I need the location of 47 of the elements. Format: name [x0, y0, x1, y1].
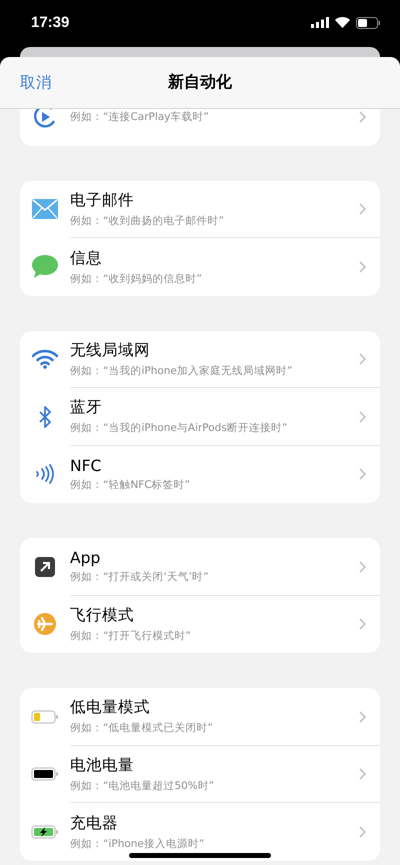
clock-time: 17:39: [31, 14, 70, 31]
battery-full-icon: [31, 767, 59, 782]
row-title[interactable]: 飞行模式: [70, 605, 346, 626]
battery-icon: [356, 16, 380, 28]
chevron-icon: [359, 203, 366, 216]
row-title[interactable]: 蓝牙: [70, 397, 346, 418]
row-example: 例如：“当我的iPhone加入家庭无线局域网时”: [70, 364, 294, 378]
airplane-icon: [34, 613, 56, 636]
row-title[interactable]: 充电器: [70, 812, 346, 834]
chevron-icon: [359, 826, 366, 838]
row-title[interactable]: 电池电量: [70, 754, 346, 776]
row-example: 例如：“打开飞行模式时”: [70, 629, 192, 644]
row-title[interactable]: 低电量模式: [70, 697, 346, 718]
row-example: 例如：“iPhone接入电源时”: [70, 836, 206, 851]
row-example: 例如：“收到曲扬的电子邮件时”: [70, 214, 225, 228]
bluetooth-icon: [38, 404, 52, 429]
row-example: 例如：“收到妈妈的信息时”: [70, 272, 203, 286]
speech-bubble-icon: [32, 254, 58, 279]
chevron-icon: [359, 353, 366, 366]
row-title[interactable]: App: [70, 548, 346, 567]
row-example: 例如：“连接CarPlay车载时”: [70, 110, 210, 124]
row-title[interactable]: 无线局域网: [70, 340, 346, 361]
row-example: 例如：“电池电量超过50%时”: [70, 778, 216, 793]
sheet-title: 新自动化: [168, 72, 232, 93]
chevron-icon: [359, 768, 366, 780]
signal-icon: [311, 17, 329, 28]
row-example: 例如：“当我的iPhone与AirPods断开连接时”: [70, 421, 288, 436]
wifi-icon: [32, 349, 58, 370]
row-title[interactable]: NFC: [70, 456, 346, 475]
row-title[interactable]: 信息: [70, 248, 346, 269]
battery-low-icon: [31, 710, 59, 724]
chevron-icon: [359, 410, 366, 423]
chevron-icon: [359, 468, 366, 480]
chevron-icon: [359, 618, 366, 630]
wifi-icon: [335, 17, 350, 28]
chevron-icon: [359, 710, 366, 723]
chevron-icon: [359, 110, 366, 123]
row-example: 例如：“打开或关闭‘天气’时”: [70, 570, 210, 584]
cancel-button[interactable]: 取消: [20, 72, 52, 93]
envelope-icon: [32, 199, 58, 220]
row-example: 例如：“低电量模式已关闭时”: [70, 721, 214, 736]
chevron-icon: [359, 260, 366, 273]
chevron-icon: [359, 560, 366, 573]
row-example: 例如：“轻触NFC标签时”: [70, 478, 192, 492]
battery-charging-icon: [31, 824, 59, 839]
nfc-waves-icon: [35, 463, 55, 486]
row-title[interactable]: 电子邮件: [70, 190, 346, 211]
